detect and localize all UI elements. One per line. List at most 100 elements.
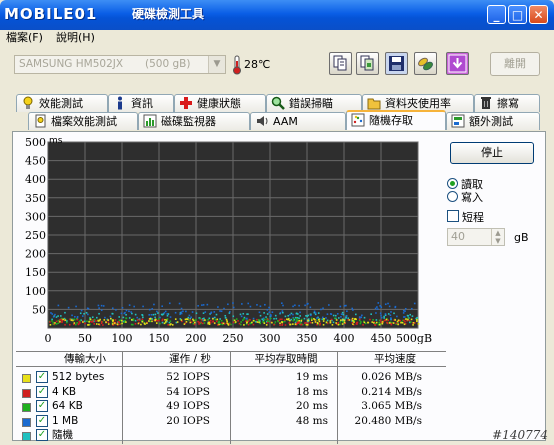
scatter-point [189,321,192,324]
drive-select[interactable]: SAMSUNG HM502JX (500 gB) ▼ [14,55,226,74]
scatter-point [199,317,201,320]
save-button[interactable] [385,52,408,75]
scatter-point [232,306,235,309]
scatter-point [380,306,383,308]
tab-aam[interactable]: AAM [250,112,346,130]
x-tick-label: 250 [223,332,244,344]
scatter-point [340,316,342,318]
scatter-point [232,315,235,318]
scatter-point [323,318,325,320]
spinner-arrows-icon[interactable]: ▲ ▼ [491,229,504,245]
scatter-point [169,320,172,323]
scatter-point [102,324,104,326]
scatter-point [51,313,54,315]
minimize-button[interactable]: _ [487,5,506,24]
scatter-point [307,314,310,317]
download-button[interactable] [446,52,469,75]
scatter-point [256,318,258,321]
menu-file[interactable]: 檔案(F) [6,31,43,45]
exit-button[interactable]: 離開 [490,52,540,76]
scatter-point [105,321,107,324]
scatter-point [151,308,154,310]
scatter-point [340,319,342,321]
scatter-point [76,316,79,318]
scatter-point [156,310,158,313]
read-radio[interactable] [447,178,458,189]
scatter-point [151,320,153,323]
thermometer-icon [232,55,242,75]
y-tick-label: 400 [25,173,46,186]
scatter-point [343,321,346,324]
series-checkbox[interactable]: ✓ [36,414,48,427]
write-radio[interactable] [447,191,458,202]
scatter-point [180,311,183,313]
scatter-point [83,312,85,315]
scatter-point [96,316,98,319]
scatter-point [141,314,143,316]
copy-image-button[interactable] [356,52,379,75]
scatter-point [340,313,343,316]
copy-text-button[interactable] [329,52,352,75]
scatter-point [55,320,58,323]
scatter-point [352,319,354,322]
row-size: 64 KB [52,400,83,412]
short-stroke-input[interactable]: 40 ▲ ▼ [447,228,505,246]
scatter-point [387,302,389,305]
tab-random-access[interactable]: 隨機存取 [346,110,446,130]
series-checkbox[interactable]: ✓ [36,385,48,398]
series-checkbox[interactable]: ✓ [36,400,48,412]
scatter-point [381,322,384,325]
scatter-point [355,313,357,316]
tab-extra-tests[interactable]: 額外測試 [446,112,540,130]
series-checkbox[interactable]: ✓ [36,429,48,441]
scatter-point [134,322,137,325]
scatter-point [313,318,315,320]
maximize-button[interactable]: □ [508,5,527,24]
options-button[interactable] [414,52,437,75]
scatter-point [103,319,106,321]
scatter-point [118,321,120,324]
scatter-point [287,318,290,320]
scatter-point [248,318,251,321]
scatter-point [55,323,58,325]
scatter-point [247,313,249,315]
tab-info[interactable]: 資訊 [108,94,174,112]
scatter-point [125,321,127,323]
scatter-point [221,322,223,324]
x-tick-label: 150 [149,332,170,344]
scatter-point [81,315,84,317]
scatter-point [195,319,197,321]
scatter-point [141,318,144,321]
magnifier-icon [271,96,285,110]
scatter-point [303,317,306,320]
tab-benchmark[interactable]: 效能測試 [16,94,108,112]
scatter-point [157,312,159,314]
trash-icon [479,96,493,110]
scatter-point [341,311,344,314]
menu-help[interactable]: 說明(H) [56,31,95,45]
stop-button[interactable]: 停止 [450,142,534,164]
tab-file-benchmark[interactable]: 檔案效能測試 [28,112,138,130]
scatter-point [263,318,266,321]
tab-health[interactable]: 健康狀態 [174,94,266,112]
short-stroke-checkbox[interactable] [447,210,459,222]
scatter-point [153,303,155,306]
scatter-point [403,309,405,312]
scatter-point [95,320,97,322]
scatter-point [265,324,268,326]
tab-disk-monitor[interactable]: 磁碟監視器 [138,112,250,130]
chevron-down-icon[interactable]: ▼ [208,56,225,73]
scatter-point [57,304,60,307]
tab-erase[interactable]: 擦寫 [474,94,540,112]
y-tick-label: 350 [25,192,46,205]
scatter-point [87,307,90,310]
scatter-point [122,316,125,319]
table-top-border [16,351,446,352]
scatter-point [180,319,183,321]
close-button[interactable]: ✕ [529,5,548,24]
series-checkbox[interactable]: ✓ [36,371,48,383]
scatter-point [383,317,385,319]
row-speed: 0.026 MB/s [361,371,422,383]
scatter-point [402,312,405,314]
scatter-point [131,318,133,321]
